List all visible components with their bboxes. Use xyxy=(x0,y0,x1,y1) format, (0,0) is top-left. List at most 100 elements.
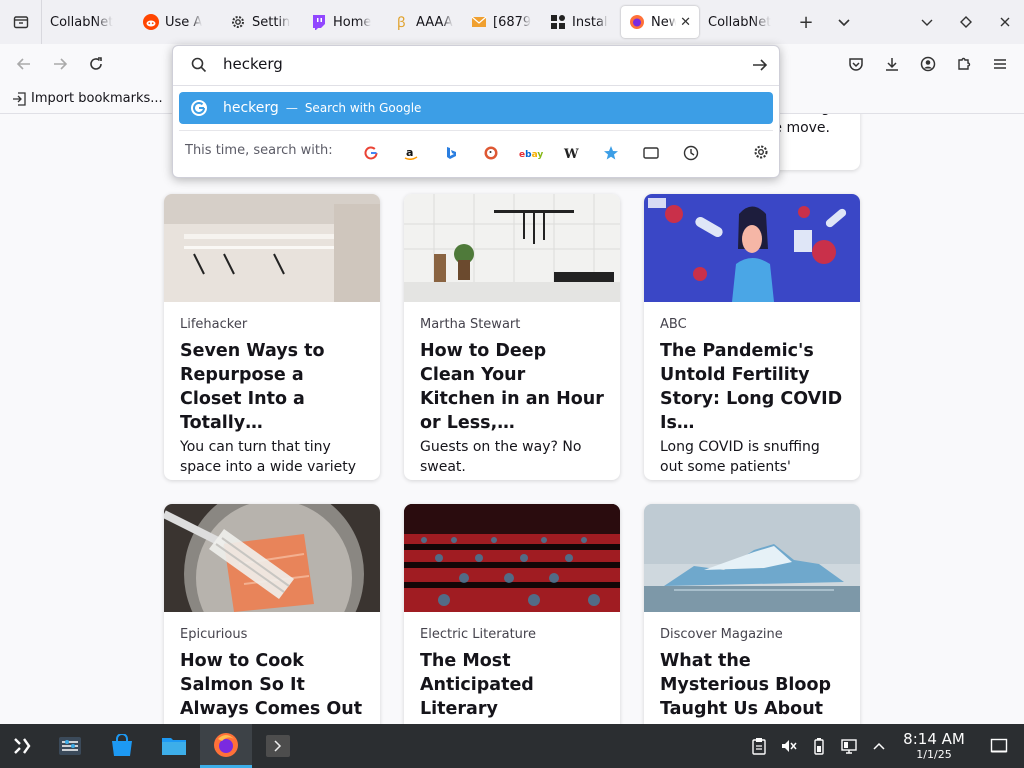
clipboard-icon[interactable] xyxy=(744,724,774,768)
account-icon xyxy=(920,56,936,72)
discover-app-button[interactable] xyxy=(96,724,148,768)
story-card[interactable]: Lifehacker Seven Ways to Repurpose a Clo… xyxy=(164,194,380,480)
urlbar-dropdown: heckerg heckerg — Search with Google Thi… xyxy=(172,45,780,178)
back-button[interactable] xyxy=(6,48,42,80)
story-image-kitchen xyxy=(404,194,620,302)
system-tray: 8:14 AM 1/1/25 xyxy=(744,724,1024,768)
pocket-icon xyxy=(849,58,863,71)
clock[interactable]: 8:14 AM 1/1/25 xyxy=(894,730,974,762)
maximize-icon xyxy=(959,16,972,28)
hamburger-menu-icon xyxy=(994,59,1006,69)
search-suggestion-row[interactable]: heckerg — Search with Google xyxy=(179,92,773,124)
close-icon xyxy=(1000,17,1009,27)
story-image-fertility xyxy=(644,194,860,302)
ebay-icon[interactable]: ebay xyxy=(511,143,551,163)
firefox-icon xyxy=(629,14,645,30)
one-off-search-label: This time, search with: xyxy=(185,143,333,158)
tab-strip: CollabNet Use A Settin Home ꞵ AAAA [6879… xyxy=(0,0,1024,44)
downloads-button[interactable] xyxy=(874,48,910,80)
import-icon xyxy=(12,91,26,106)
wikipedia-icon[interactable]: W xyxy=(551,143,591,163)
tab-install[interactable]: Instal xyxy=(542,6,620,38)
tab-collabnet-1[interactable]: CollabNet xyxy=(42,6,134,38)
tab-new-tab[interactable]: New ✕ xyxy=(621,6,699,38)
import-bookmarks-link[interactable]: Import bookmarks... xyxy=(31,91,163,106)
minimize-icon xyxy=(921,19,932,26)
story-card[interactable]: Discover Magazine What the Mysterious Bl… xyxy=(644,504,860,724)
svg-text:a: a xyxy=(406,146,413,159)
extensions-button[interactable] xyxy=(946,48,982,80)
settings-sliders-icon xyxy=(59,737,81,755)
pocket-button[interactable] xyxy=(838,48,874,80)
app-menu-button[interactable] xyxy=(982,48,1018,80)
firefox-taskbar-button[interactable] xyxy=(200,724,252,768)
story-card[interactable]: ABC The Pandemic's Untold Fertility Stor… xyxy=(644,194,860,480)
bookmarks-star-icon[interactable] xyxy=(591,143,631,163)
search-settings-gear-icon[interactable] xyxy=(753,144,769,164)
arrow-right-icon xyxy=(753,59,768,71)
tab-collabnet-2[interactable]: CollabNet xyxy=(700,6,786,38)
tray-expand-chevron-up-icon[interactable] xyxy=(864,724,894,768)
tab-settings[interactable]: Settin xyxy=(222,6,302,38)
tab-list-icon xyxy=(13,16,28,29)
desktop-icon xyxy=(990,738,1008,753)
bing-icon[interactable] xyxy=(431,143,471,163)
folder-icon xyxy=(162,738,186,755)
duckduckgo-icon[interactable] xyxy=(471,143,511,163)
launcher-icon xyxy=(14,738,31,754)
reload-icon xyxy=(90,57,102,70)
gear-icon xyxy=(230,14,246,30)
story-card[interactable]: Martha Stewart How to Deep Clean Your Ki… xyxy=(404,194,620,480)
system-taskbar: 8:14 AM 1/1/25 xyxy=(0,724,1024,768)
svg-text:W: W xyxy=(563,147,579,160)
minimize-button[interactable] xyxy=(907,0,946,44)
terminal-button[interactable] xyxy=(252,724,304,768)
reddit-icon xyxy=(143,14,159,30)
file-manager-button[interactable] xyxy=(148,724,200,768)
settings-app-button[interactable] xyxy=(44,724,96,768)
story-image-closet xyxy=(164,194,380,302)
new-tab-page: ge move. Lifehacker Seven Ways to Repurp… xyxy=(0,114,1024,724)
history-icon[interactable] xyxy=(671,143,711,163)
go-arrow-button[interactable] xyxy=(751,56,769,78)
new-tab-button[interactable]: + xyxy=(787,0,825,44)
maximize-button[interactable] xyxy=(946,0,985,44)
svg-text:ꞵ: ꞵ xyxy=(397,15,406,30)
tab-reddit[interactable]: Use A xyxy=(135,6,221,38)
tab-mail[interactable]: [6879 xyxy=(463,6,541,38)
volume-muted-icon[interactable] xyxy=(774,724,804,768)
account-button[interactable] xyxy=(910,48,946,80)
svg-text:ebay: ebay xyxy=(519,150,543,159)
story-card[interactable]: Electric Literature The Most Anticipated… xyxy=(404,504,620,724)
tabs-icon[interactable] xyxy=(631,143,671,163)
list-all-tabs-button[interactable] xyxy=(0,0,42,44)
network-icon[interactable] xyxy=(834,724,864,768)
download-icon xyxy=(886,58,898,71)
amazon-icon[interactable]: a xyxy=(391,143,431,163)
show-desktop-button[interactable] xyxy=(974,724,1024,768)
forward-arrow-icon xyxy=(54,58,68,70)
story-image-antarctica xyxy=(644,504,860,612)
reload-button[interactable] xyxy=(78,48,114,80)
app-launcher-button[interactable] xyxy=(0,724,44,768)
tab-twitch[interactable]: Home xyxy=(303,6,385,38)
tab-aaaa[interactable]: ꞵ AAAA xyxy=(386,6,462,38)
divider xyxy=(173,85,779,86)
close-window-button[interactable] xyxy=(985,0,1024,44)
close-tab-icon[interactable]: ✕ xyxy=(680,15,691,30)
url-input[interactable]: heckerg xyxy=(223,55,283,73)
google-icon[interactable] xyxy=(351,143,391,163)
chevron-down-icon xyxy=(838,19,850,27)
plus-icon: + xyxy=(798,11,814,33)
battery-icon[interactable] xyxy=(804,724,834,768)
firefox-icon xyxy=(214,732,238,757)
twitch-icon xyxy=(311,14,327,30)
tab-overflow-button[interactable] xyxy=(825,0,863,44)
google-icon xyxy=(191,100,207,116)
story-card[interactable]: Epicurious How to Cook Salmon So It Alwa… xyxy=(164,504,380,724)
store-bag-icon xyxy=(112,734,132,756)
story-image-theater xyxy=(404,504,620,612)
search-icon xyxy=(191,57,207,77)
divider xyxy=(179,130,773,131)
forward-button[interactable] xyxy=(42,48,78,80)
